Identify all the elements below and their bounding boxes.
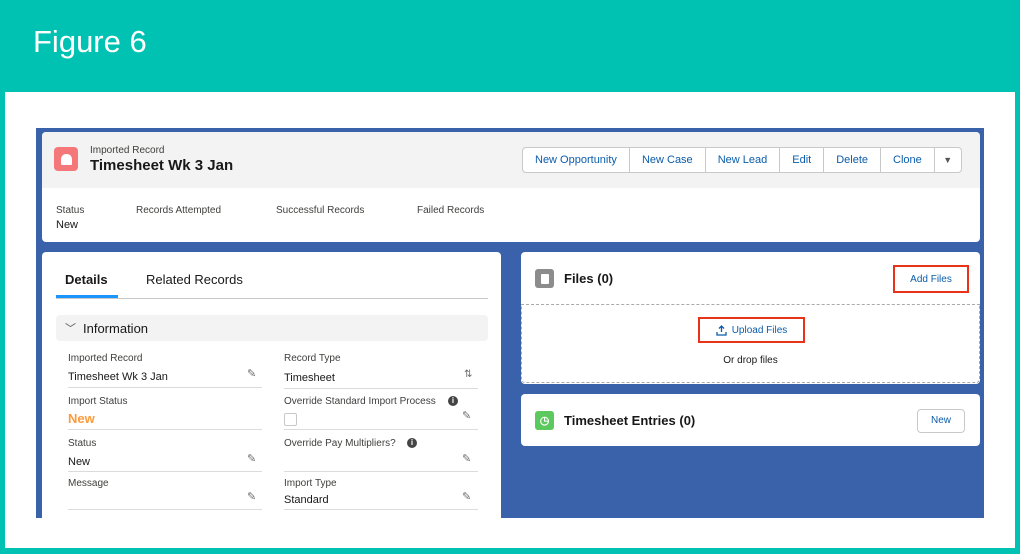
section-information[interactable]: ﹀ Information (56, 315, 488, 341)
highlight-records-attempted-label: Records Attempted (136, 205, 222, 216)
edit-pencil-icon[interactable]: ✎ (462, 452, 471, 465)
highlight-failed-records-label: Failed Records (417, 205, 485, 216)
more-actions-button[interactable]: ▼ (935, 148, 961, 172)
import-type-label: Import Type (284, 478, 337, 489)
tab-details[interactable]: Details (65, 272, 108, 287)
timesheet-icon: ◷ (535, 411, 554, 430)
new-lead-button[interactable]: New Lead (706, 148, 781, 172)
import-type-value: Standard (284, 494, 329, 506)
screenshot: Imported Record Timesheet Wk 3 Jan New O… (36, 128, 984, 518)
figure-title: Figure 6 (33, 24, 147, 59)
field-divider (68, 471, 262, 472)
message-label: Message (68, 478, 109, 489)
imported-record-value: Timesheet Wk 3 Jan (68, 371, 168, 383)
imported-record-label: Imported Record (68, 353, 143, 364)
import-status-value: New (68, 411, 95, 426)
edit-pencil-icon[interactable]: ✎ (247, 367, 256, 380)
edit-pencil-icon[interactable]: ✎ (247, 452, 256, 465)
new-case-button[interactable]: New Case (630, 148, 706, 172)
record-name: Timesheet Wk 3 Jan (90, 157, 234, 174)
record-header: Imported Record Timesheet Wk 3 Jan New O… (42, 132, 980, 242)
upload-icon (716, 324, 727, 336)
add-files-label: Add Files (910, 273, 952, 285)
files-card: Files (0) Add Files Upload Files Or drop… (521, 252, 980, 384)
edit-pencil-icon[interactable]: ✎ (247, 490, 256, 503)
chevron-down-icon: ﹀ (65, 323, 76, 335)
field-divider (284, 471, 478, 472)
timesheet-entries-card: ◷ Timesheet Entries (0) New (521, 394, 980, 446)
clone-button[interactable]: Clone (881, 148, 935, 172)
timesheet-entries-title: Timesheet Entries (0) (564, 413, 696, 428)
imported-record-icon (54, 147, 78, 171)
highlight-status-label: Status (56, 205, 85, 216)
chevron-down-icon: ▼ (943, 155, 953, 165)
upload-files-button[interactable]: Upload Files (698, 317, 805, 343)
files-title: Files (0) (564, 271, 614, 286)
delete-button[interactable]: Delete (824, 148, 881, 172)
override-import-label: Override Standard Import Process (284, 396, 436, 407)
files-icon (535, 269, 554, 288)
record-header-top: Imported Record Timesheet Wk 3 Jan New O… (42, 132, 980, 188)
import-status-label: Import Status (68, 396, 128, 407)
new-opportunity-button[interactable]: New Opportunity (523, 148, 630, 172)
override-import-checkbox[interactable] (284, 413, 297, 426)
field-divider (68, 509, 262, 510)
field-divider (284, 509, 478, 510)
record-type-field-value: Timesheet (284, 372, 335, 384)
record-type-label: Imported Record (90, 145, 165, 156)
field-divider (284, 388, 478, 389)
file-drop-zone[interactable]: Upload Files Or drop files (521, 304, 980, 383)
tab-related-records[interactable]: Related Records (146, 272, 243, 287)
details-card: Details Related Records ﹀ Information Im… (42, 252, 501, 518)
field-divider (284, 429, 478, 430)
highlight-status-value: New (56, 219, 79, 231)
status-value: New (68, 456, 91, 468)
info-icon[interactable]: i (448, 396, 458, 406)
action-buttons: New Opportunity New Case New Lead Edit D… (522, 147, 962, 173)
record-type-field-label: Record Type (284, 353, 341, 364)
tab-divider (56, 298, 488, 299)
new-timesheet-entry-button[interactable]: New (917, 409, 965, 433)
edit-button[interactable]: Edit (780, 148, 825, 172)
field-divider (68, 429, 262, 430)
status-label: Status (68, 438, 97, 449)
upload-files-label: Upload Files (731, 324, 788, 336)
drop-files-text: Or drop files (723, 355, 778, 366)
add-files-button[interactable]: Add Files (893, 265, 969, 293)
edit-pencil-icon[interactable]: ✎ (462, 490, 471, 503)
section-title: Information (83, 321, 149, 336)
field-divider (68, 387, 262, 388)
highlight-successful-records-label: Successful Records (276, 205, 365, 216)
edit-pencil-icon[interactable]: ✎ (462, 409, 471, 422)
override-pay-label: Override Pay Multipliers? (284, 438, 396, 449)
info-icon[interactable]: i (407, 438, 417, 448)
change-record-type-icon[interactable]: ⇅ (464, 369, 472, 380)
